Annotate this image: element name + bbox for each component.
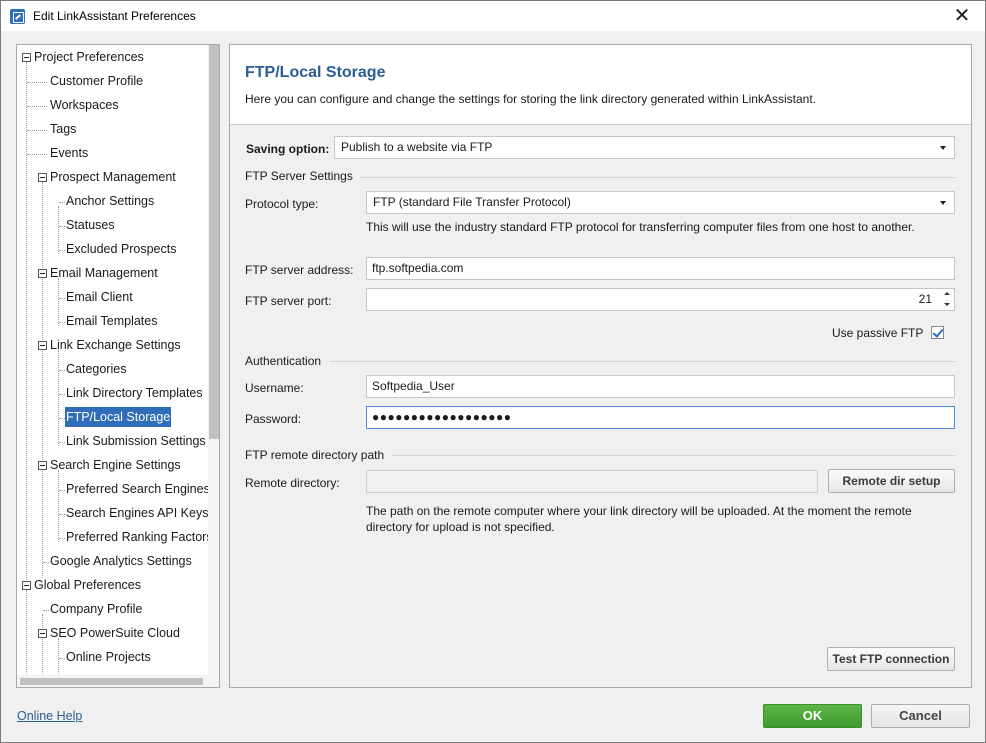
section-divider <box>330 361 956 362</box>
tree-item-seo-powersuite-cloud[interactable]: SEO PowerSuite Cloud <box>49 623 181 643</box>
tree-item-preferred-search-engines[interactable]: Preferred Search Engines <box>65 479 211 499</box>
password-input[interactable]: ●●●●●●●●●●●●●●●●●● <box>366 406 955 429</box>
tree-item-ftp-local-storage[interactable]: FTP/Local Storage <box>65 407 172 427</box>
remote-directory-label: Remote directory: <box>245 476 340 490</box>
password-label: Password: <box>245 412 302 426</box>
ftp-server-address-label: FTP server address: <box>245 263 354 277</box>
collapse-icon[interactable] <box>38 269 47 278</box>
tree-item-prospect-management[interactable]: Prospect Management <box>49 167 177 187</box>
tree-guide-line <box>58 470 59 542</box>
collapse-icon[interactable] <box>22 581 31 590</box>
window-title: Edit LinkAssistant Preferences <box>33 9 196 23</box>
ftp-server-port-input[interactable]: 21 <box>366 288 955 311</box>
scrollbar-thumb[interactable] <box>20 678 203 685</box>
remote-directory-input[interactable] <box>366 470 818 493</box>
section-divider <box>392 455 956 456</box>
close-icon[interactable]: ✕ <box>939 1 985 31</box>
passive-ftp-label: Use passive FTP <box>832 326 924 340</box>
tree-item-global-preferences[interactable]: Global Preferences <box>33 575 142 595</box>
tree-item-excluded-prospects[interactable]: Excluded Prospects <box>65 239 177 259</box>
tree-item-link-directory-templates[interactable]: Link Directory Templates <box>65 383 204 403</box>
preferences-dialog: Edit LinkAssistant Preferences ✕ Project… <box>0 0 986 743</box>
port-spinner <box>940 288 954 311</box>
tree-item-online-projects[interactable]: Online Projects <box>65 647 152 667</box>
tree-item-search-engines-api-keys[interactable]: Search Engines API Keys <box>65 503 209 523</box>
remote-dir-setup-button[interactable]: Remote dir setup <box>828 469 955 493</box>
tree-item-customer-profile[interactable]: Customer Profile <box>49 71 144 91</box>
tree-guide-line <box>58 350 59 446</box>
ftp-server-section-title: FTP Server Settings <box>245 169 353 183</box>
collapse-icon[interactable] <box>38 173 47 182</box>
remote-directory-hint-line1: The path on the remote computer where yo… <box>366 504 912 518</box>
tree-item-company-profile[interactable]: Company Profile <box>49 599 143 619</box>
ftp-server-port-label: FTP server port: <box>245 294 332 308</box>
tree-item-email-client[interactable]: Email Client <box>65 287 134 307</box>
test-ftp-connection-button[interactable]: Test FTP connection <box>827 647 955 671</box>
tree-connector <box>27 154 47 155</box>
ok-button[interactable]: OK <box>763 704 862 728</box>
title-bar: Edit LinkAssistant Preferences ✕ <box>1 1 985 31</box>
tree-item-events[interactable]: Events <box>49 143 89 163</box>
dropdown-arrow-icon <box>940 201 946 205</box>
tree-item-categories[interactable]: Categories <box>65 359 127 379</box>
spinner-down-icon[interactable] <box>940 300 954 311</box>
authentication-section-title: Authentication <box>245 354 322 368</box>
tree-guide-line <box>26 62 27 602</box>
preferences-tree: Project Preferences Customer Profile Wor… <box>16 44 220 688</box>
saving-option-label: Saving option: <box>246 142 330 156</box>
tree-guide-line <box>42 614 43 680</box>
panel-header: FTP/Local Storage Here you can configure… <box>230 45 971 125</box>
remote-directory-hint-line2: directory for upload is not specified. <box>366 520 555 534</box>
tree-item-tags[interactable]: Tags <box>49 119 77 139</box>
tree-item-google-analytics-settings[interactable]: Google Analytics Settings <box>49 551 193 571</box>
remote-directory-section-title: FTP remote directory path <box>245 448 385 462</box>
tree-guide-line <box>58 638 59 680</box>
dropdown-arrow-icon <box>940 146 946 150</box>
protocol-type-value: FTP (standard File Transfer Protocol) <box>373 195 571 209</box>
tree-item-workspaces[interactable]: Workspaces <box>49 95 120 115</box>
protocol-type-label: Protocol type: <box>245 197 319 211</box>
tree-connector <box>27 130 47 131</box>
protocol-type-dropdown[interactable]: FTP (standard File Transfer Protocol) <box>366 191 955 214</box>
tree-item-search-engine-settings[interactable]: Search Engine Settings <box>49 455 182 475</box>
saving-option-value: Publish to a website via FTP <box>341 140 493 154</box>
settings-panel: FTP/Local Storage Here you can configure… <box>229 44 972 688</box>
tree-guide-line <box>58 278 59 326</box>
tree-item-email-templates[interactable]: Email Templates <box>65 311 158 331</box>
collapse-icon[interactable] <box>38 461 47 470</box>
tree-connector <box>27 82 47 83</box>
tree-guide-line <box>26 590 27 680</box>
tree-item-anchor-settings[interactable]: Anchor Settings <box>65 191 155 211</box>
username-input[interactable]: Softpedia_User <box>366 375 955 398</box>
tree-item-link-exchange-settings[interactable]: Link Exchange Settings <box>49 335 182 355</box>
username-label: Username: <box>245 381 304 395</box>
tree-item-preferred-ranking-factors[interactable]: Preferred Ranking Factors <box>65 527 214 547</box>
protocol-hint: This will use the industry standard FTP … <box>366 220 915 234</box>
collapse-icon[interactable] <box>22 53 31 62</box>
collapse-icon[interactable] <box>38 341 47 350</box>
saving-option-dropdown[interactable]: Publish to a website via FTP <box>334 136 955 159</box>
tree-connector <box>27 106 47 107</box>
linkassistant-app-icon <box>10 9 25 24</box>
tree-item-email-management[interactable]: Email Management <box>49 263 159 283</box>
section-divider <box>360 177 956 178</box>
page-title: FTP/Local Storage <box>245 64 386 81</box>
tree-horizontal-scrollbar[interactable] <box>17 675 208 687</box>
tree-vertical-scrollbar[interactable] <box>208 45 219 687</box>
collapse-icon[interactable] <box>38 629 47 638</box>
passive-ftp-checkbox[interactable] <box>931 326 944 339</box>
page-description: Here you can configure and change the se… <box>245 92 816 106</box>
cancel-button[interactable]: Cancel <box>871 704 970 728</box>
tree-item-statuses[interactable]: Statuses <box>65 215 116 235</box>
tree-item-project-preferences[interactable]: Project Preferences <box>33 47 145 67</box>
tree-item-link-submission-settings[interactable]: Link Submission Settings <box>65 431 207 451</box>
scrollbar-thumb[interactable] <box>209 45 219 439</box>
tree-guide-line <box>42 182 43 578</box>
spinner-up-icon[interactable] <box>940 288 954 299</box>
tree-guide-line <box>58 206 59 254</box>
online-help-link[interactable]: Online Help <box>17 709 82 723</box>
ftp-server-address-input[interactable]: ftp.softpedia.com <box>366 257 955 280</box>
